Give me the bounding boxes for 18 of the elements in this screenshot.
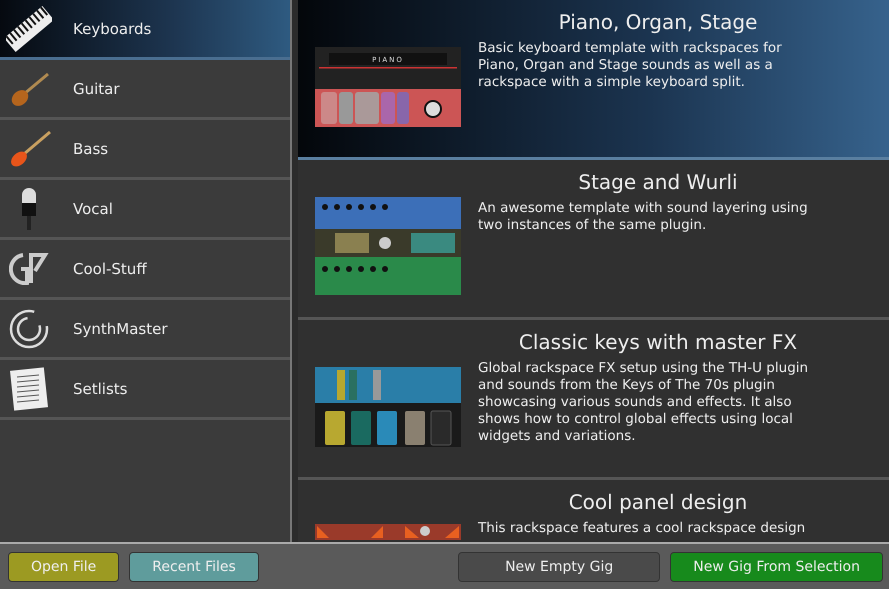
gig-button[interactable]: New Empty Gig <box>458 552 660 582</box>
template-description: An awesome template with sound layering using two instances of the same plugin. <box>478 200 809 234</box>
template-title: Classic keys with master FX <box>518 330 798 354</box>
sidebar-item[interactable]: Setlists <box>0 360 290 420</box>
template-item[interactable]: Stage and Wurli An awesome template with sound layering using two instances of the same plugin. <box>298 160 889 320</box>
circle-logo-icon <box>8 308 50 350</box>
template-title: Stage and Wurli <box>577 170 739 194</box>
sidebar-item[interactable]: Keyboards <box>0 0 290 60</box>
microphone-icon <box>19 186 39 230</box>
template-title: Cool panel design <box>568 490 748 514</box>
logo-icon <box>9 252 49 284</box>
template-title: Piano, Organ, Stage <box>558 10 758 34</box>
template-description: Basic keyboard template with rackspaces for Piano, Organ and Stage sounds as well as a rackspace with a simple keyboard split. <box>478 40 783 91</box>
gig-button[interactable]: New Gig From Selection <box>670 552 883 582</box>
template-description: Global rackspace FX setup using the TH-U plugin and sounds from the Keys of The 70s plugin showcasing various sounds and effects. It also shows how to control global effects using local widgets and variations. <box>478 360 810 445</box>
template-item[interactable]: Cool panel design This rackspace features a cool rackspace design <box>298 480 889 540</box>
document-icon <box>9 366 49 410</box>
template-description: This rackspace features a cool rackspace design <box>478 520 806 537</box>
